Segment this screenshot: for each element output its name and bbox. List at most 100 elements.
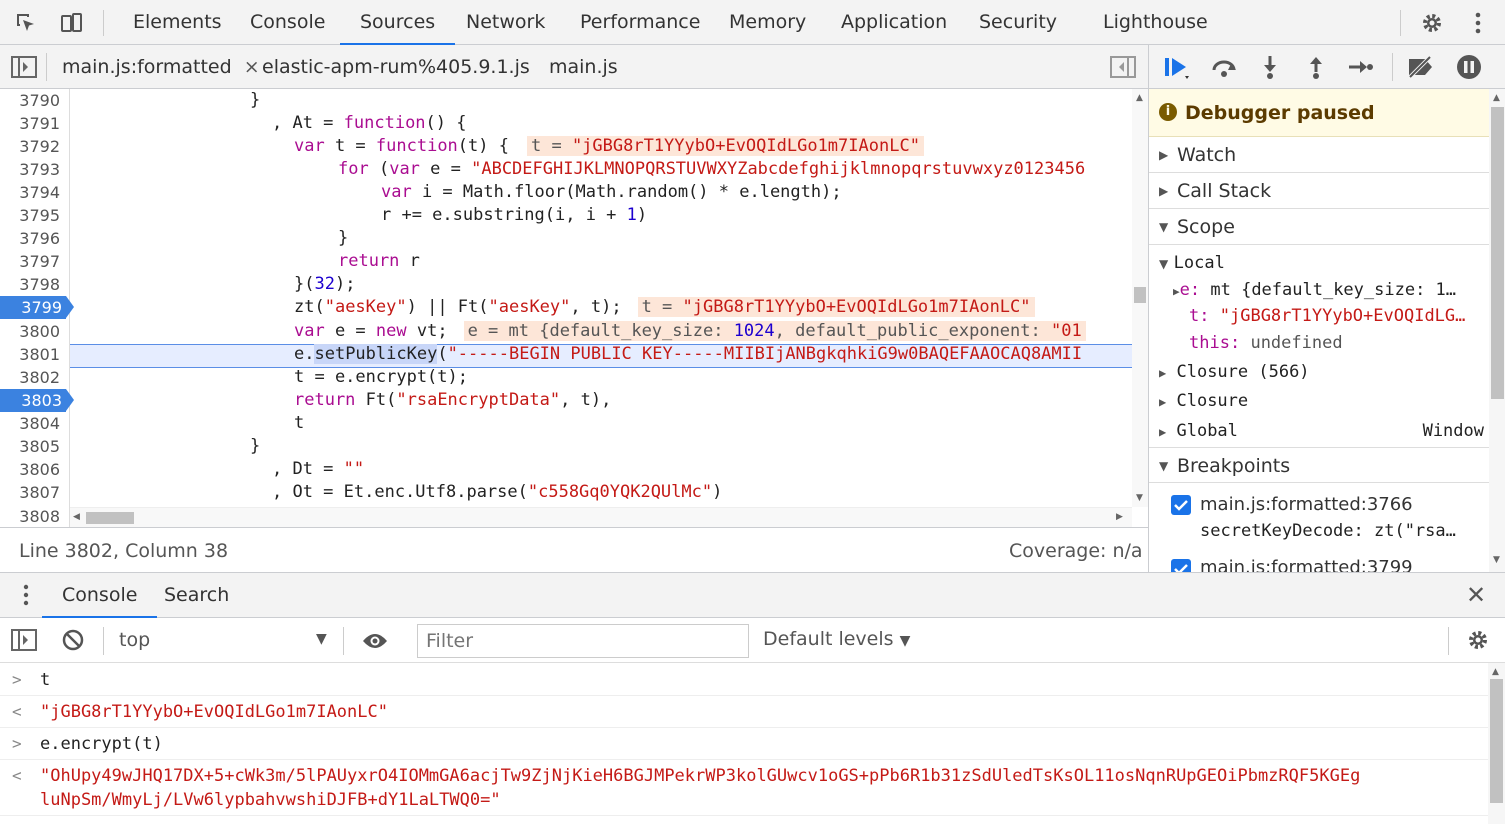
line-number[interactable]: 3807: [0, 481, 64, 504]
more-options-icon[interactable]: [1463, 8, 1493, 38]
step-out-icon[interactable]: [1301, 52, 1331, 82]
line-number[interactable]: 3795: [0, 204, 64, 227]
code-line[interactable]: }: [338, 227, 348, 250]
scrollbar-thumb[interactable]: [1491, 107, 1504, 399]
pause-on-exceptions-icon[interactable]: [1454, 52, 1484, 82]
line-number[interactable]: 3808: [0, 505, 64, 527]
code-line[interactable]: for (var e = "ABCDEFGHIJKLMNOPQRSTUVWXYZ…: [338, 158, 1085, 181]
line-number[interactable]: 3804: [0, 412, 64, 435]
line-number[interactable]: 3796: [0, 227, 64, 250]
console-scrollbar[interactable]: ▲: [1488, 663, 1505, 824]
scroll-up-arrow-icon[interactable]: ▲: [1493, 93, 1500, 103]
code-line[interactable]: var t = function(t) {t = "jGBG8rT1YYybO+…: [294, 135, 924, 158]
line-gutter[interactable]: 3790 3791 3792 3793 3794 3795 3796 3797 …: [0, 89, 74, 527]
line-number[interactable]: 3791: [0, 112, 64, 135]
tab-application[interactable]: Application: [841, 0, 947, 45]
code-line[interactable]: var e = new vt; e = mt {default_key_size:…: [294, 320, 1086, 343]
code-line[interactable]: return Ft("rsaEncryptData", t),: [294, 389, 611, 412]
scrollbar-thumb[interactable]: [86, 512, 134, 524]
line-number[interactable]: 3806: [0, 458, 64, 481]
console-input-line[interactable]: > e.encrypt(t): [0, 732, 1488, 760]
line-number[interactable]: 3792: [0, 135, 64, 158]
file-tab-main-formatted[interactable]: main.js:formatted ×: [62, 45, 260, 89]
console-result-line[interactable]: < "jGBG8rT1YYybO+EvOQIdLGo1m7IAonLC": [0, 700, 1488, 728]
settings-gear-icon[interactable]: [1417, 8, 1447, 38]
line-number[interactable]: 3801: [0, 343, 64, 366]
code-line[interactable]: e.setPublicKey("-----BEGIN PUBLIC KEY---…: [294, 343, 1082, 366]
code-line[interactable]: zt("aesKey") || Ft("aesKey", t); t = "jGB…: [294, 296, 1035, 319]
drawer-tab-search[interactable]: Search: [164, 573, 229, 618]
clear-console-icon[interactable]: [58, 625, 88, 655]
scrollbar-thumb[interactable]: [1490, 679, 1503, 803]
scroll-down-arrow-icon[interactable]: ▼: [1493, 555, 1500, 565]
code-line[interactable]: }: [250, 435, 260, 458]
line-number[interactable]: 3805: [0, 435, 64, 458]
code-line[interactable]: t: [294, 412, 304, 435]
scroll-right-arrow-icon[interactable]: ▶: [1116, 512, 1123, 522]
toggle-navigator-icon[interactable]: [9, 52, 39, 82]
scope-global[interactable]: ▶ Global Window: [1159, 419, 1484, 444]
breakpoint-location[interactable]: main.js:formatted:3799: [1200, 556, 1413, 572]
scope-section[interactable]: ▼ Scope: [1149, 209, 1489, 245]
line-number[interactable]: 3793: [0, 158, 64, 181]
drawer-tab-console[interactable]: Console: [41, 573, 158, 618]
scope-var-e[interactable]: ▶e: mt {default_key_size: 1…: [1173, 278, 1456, 304]
line-number[interactable]: 3800: [0, 320, 64, 343]
file-tab-main-js[interactable]: main.js: [549, 45, 618, 89]
deactivate-breakpoints-icon[interactable]: [1406, 52, 1436, 82]
tab-performance[interactable]: Performance: [580, 0, 700, 45]
breakpoint-marker[interactable]: 3803: [0, 389, 74, 412]
code-editor[interactable]: 3790 3791 3792 3793 3794 3795 3796 3797 …: [0, 89, 1148, 527]
line-number[interactable]: 3797: [0, 250, 64, 273]
coverage-status[interactable]: Coverage: n/a: [1009, 540, 1143, 562]
console-input-line[interactable]: > t: [0, 668, 1488, 696]
code-line[interactable]: t = e.encrypt(t);: [294, 366, 468, 389]
line-number[interactable]: 3790: [0, 89, 64, 112]
step-over-icon[interactable]: [1209, 52, 1239, 82]
log-levels-dropdown[interactable]: Default levels ▼: [763, 628, 910, 650]
breakpoint-checkbox[interactable]: [1171, 495, 1191, 515]
console-filter-input[interactable]: [417, 624, 749, 658]
device-toolbar-icon[interactable]: [56, 8, 86, 38]
breakpoint-location[interactable]: main.js:formatted:3766: [1200, 493, 1413, 517]
call-stack-section[interactable]: ▶ Call Stack: [1149, 173, 1489, 209]
resume-icon[interactable]: [1162, 52, 1192, 82]
tab-memory[interactable]: Memory: [729, 0, 806, 45]
code-line[interactable]: }: [250, 89, 260, 112]
file-tab-elastic-apm[interactable]: elastic-apm-rum%405.9.1.js: [262, 45, 530, 89]
tab-lighthouse[interactable]: Lighthouse: [1103, 0, 1208, 45]
scroll-up-arrow-icon[interactable]: ▲: [1492, 667, 1499, 677]
scope-var-this[interactable]: this: undefined: [1189, 331, 1343, 355]
live-expression-eye-icon[interactable]: [360, 626, 390, 656]
code-line[interactable]: , Ot = Et.enc.Utf8.parse("c558Gq0YQK2QUl…: [272, 481, 722, 504]
close-drawer-icon[interactable]: ✕: [1466, 581, 1486, 609]
console-result-line[interactable]: < "OhUpy49wJHQ17DX+5+cWk3m/5lPAUyxrO4IOM…: [0, 764, 1488, 816]
tab-network[interactable]: Network: [466, 0, 545, 45]
line-number[interactable]: 3802: [0, 366, 64, 389]
code-line[interactable]: , Dt = "": [272, 458, 364, 481]
tab-sources[interactable]: Sources: [339, 0, 456, 45]
breakpoints-section[interactable]: ▼ Breakpoints: [1149, 447, 1489, 483]
line-number[interactable]: 3794: [0, 181, 64, 204]
scope-closure[interactable]: ▶ Closure (566): [1159, 360, 1310, 385]
code-line[interactable]: var i = Math.floor(Math.random() * e.len…: [381, 181, 842, 204]
editor-vertical-scrollbar[interactable]: ▲ ▼: [1132, 89, 1148, 507]
line-number[interactable]: 3798: [0, 273, 64, 296]
tab-security[interactable]: Security: [979, 0, 1057, 45]
breakpoint-marker[interactable]: 3799: [0, 296, 74, 319]
scroll-left-arrow-icon[interactable]: ◀: [73, 512, 80, 522]
watch-section[interactable]: ▶ Watch: [1149, 137, 1489, 173]
scope-closure[interactable]: ▶ Closure: [1159, 389, 1248, 414]
close-tab-icon[interactable]: ×: [244, 56, 260, 78]
code-line[interactable]: }(32);: [294, 273, 355, 296]
breakpoint-checkbox[interactable]: [1171, 559, 1191, 572]
scroll-up-arrow-icon[interactable]: ▲: [1136, 93, 1143, 103]
code-line[interactable]: , At = function() {: [272, 112, 467, 135]
code-line[interactable]: return r: [338, 250, 420, 273]
editor-horizontal-scrollbar[interactable]: ◀ ▶: [70, 507, 1132, 527]
tab-elements[interactable]: Elements: [133, 0, 222, 45]
code-line[interactable]: r += e.substring(i, i + 1): [381, 204, 647, 227]
show-sidebar-icon[interactable]: [9, 625, 39, 655]
inspect-element-icon[interactable]: [11, 8, 41, 38]
toggle-debugger-icon[interactable]: [1108, 52, 1138, 82]
